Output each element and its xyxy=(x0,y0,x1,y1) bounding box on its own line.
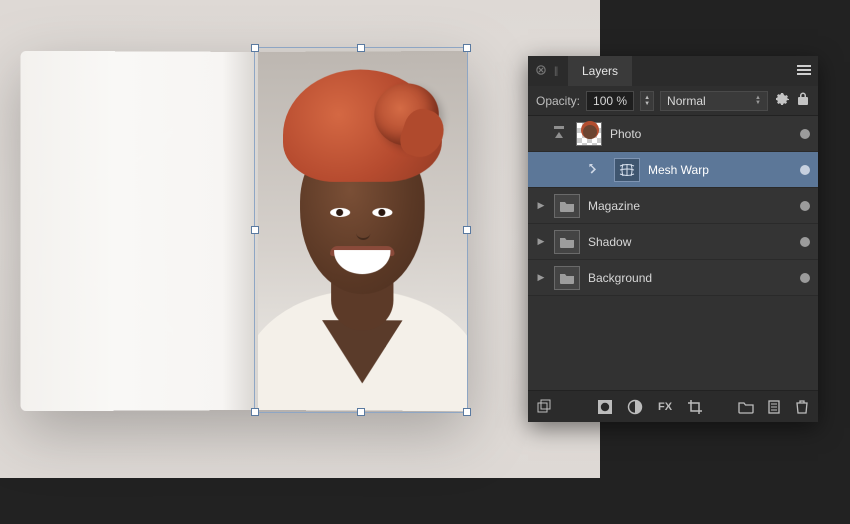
canvas-backdrop xyxy=(0,0,600,478)
visibility-dot-icon[interactable] xyxy=(800,237,810,247)
add-mask-button[interactable] xyxy=(597,399,613,415)
layer-row-mesh-warp[interactable]: Mesh Warp xyxy=(528,152,818,188)
layer-settings-button[interactable] xyxy=(774,91,790,110)
handle-top-left[interactable] xyxy=(251,44,259,52)
layer-name[interactable]: Background xyxy=(588,271,792,285)
panel-menu-button[interactable] xyxy=(790,64,818,78)
layer-options-bar: Opacity: 100 % ▲▼ Normal ▲▼ xyxy=(528,86,818,116)
visibility-dot-icon[interactable] xyxy=(800,201,810,211)
layer-list: Photo Mesh Warp ▶ Magazine ▶ xyxy=(528,116,818,390)
mesh-warp-icon xyxy=(614,158,640,182)
expand-chevron-icon[interactable]: ▶ xyxy=(536,272,546,283)
merge-layers-button[interactable] xyxy=(536,399,552,415)
crop-button[interactable] xyxy=(687,399,703,415)
panel-close-button[interactable] xyxy=(528,64,554,78)
layer-name[interactable]: Shadow xyxy=(588,235,792,249)
magazine-right-page xyxy=(258,51,467,411)
blend-mode-value: Normal xyxy=(667,94,706,108)
magazine-left-page xyxy=(21,51,258,411)
layer-name[interactable]: Magazine xyxy=(588,199,792,213)
layer-row-photo[interactable]: Photo xyxy=(528,116,818,152)
folder-icon xyxy=(554,266,580,290)
folder-icon xyxy=(554,230,580,254)
add-adjustment-button[interactable] xyxy=(627,399,643,415)
layer-expand-toggle[interactable] xyxy=(550,122,568,146)
add-fx-button[interactable]: FX xyxy=(657,399,673,415)
panel-footer: FX xyxy=(528,390,818,422)
panel-header: || Layers xyxy=(528,56,818,86)
new-layer-button[interactable] xyxy=(766,399,782,415)
layer-thumbnail-photo[interactable] xyxy=(576,122,602,146)
opacity-stepper[interactable]: ▲▼ xyxy=(640,91,654,111)
new-group-button[interactable] xyxy=(738,399,754,415)
visibility-dot-icon[interactable] xyxy=(800,165,810,175)
opacity-label: Opacity: xyxy=(536,94,580,108)
opacity-value-input[interactable]: 100 % xyxy=(586,91,634,111)
expand-chevron-icon[interactable]: ▶ xyxy=(536,236,546,247)
delete-layer-button[interactable] xyxy=(794,399,810,415)
layer-name[interactable]: Photo xyxy=(610,127,792,141)
folder-icon xyxy=(554,194,580,218)
lock-button[interactable] xyxy=(796,91,810,110)
layers-panel: || Layers Opacity: 100 % ▲▼ Normal ▲▼ xyxy=(528,56,818,422)
tab-layers-label: Layers xyxy=(582,64,618,78)
layer-row-shadow[interactable]: ▶ Shadow xyxy=(528,224,818,260)
move-cursor-icon xyxy=(584,162,606,178)
photo-portrait xyxy=(258,51,467,411)
visibility-dot-icon[interactable] xyxy=(800,129,810,139)
tab-layers[interactable]: Layers xyxy=(568,56,632,86)
layer-row-magazine[interactable]: ▶ Magazine xyxy=(528,188,818,224)
blend-mode-dropdown[interactable]: Normal ▲▼ xyxy=(660,91,768,111)
dropdown-chevron-icon: ▲▼ xyxy=(755,96,761,106)
layer-name[interactable]: Mesh Warp xyxy=(648,163,792,177)
expand-chevron-icon[interactable]: ▶ xyxy=(536,200,546,211)
hamburger-icon xyxy=(797,65,811,75)
app-background-dark-bottom xyxy=(0,478,850,524)
visibility-dot-icon[interactable] xyxy=(800,273,810,283)
panel-grip-icon[interactable]: || xyxy=(554,66,568,77)
layer-row-background[interactable]: ▶ Background xyxy=(528,260,818,296)
magazine-mockup xyxy=(22,52,466,410)
